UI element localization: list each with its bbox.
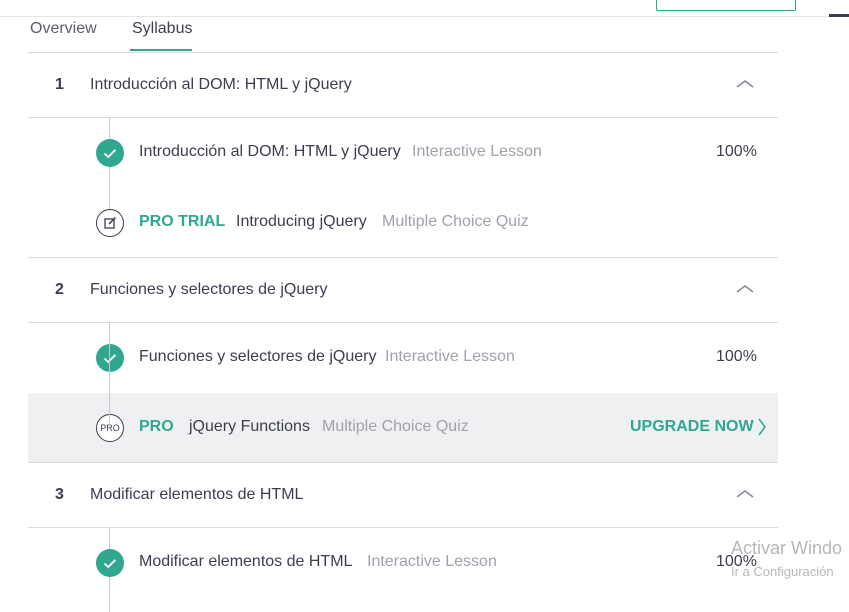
pro-badge: PRO <box>139 418 174 435</box>
lesson-title[interactable]: jQuery Functions <box>189 418 310 436</box>
lesson-progress: 100% <box>716 348 757 365</box>
lesson-row[interactable]: Modificar elementos de HTML Interactive … <box>28 528 778 598</box>
chevron-up-icon[interactable] <box>736 283 754 295</box>
section-header-3[interactable]: 3 Modificar elementos de HTML <box>28 463 778 527</box>
lesson-type: Multiple Choice Quiz <box>382 213 529 230</box>
upgrade-now-link[interactable]: UPGRADE NOW <box>630 418 754 436</box>
menu-icon[interactable] <box>829 14 849 17</box>
chevron-up-icon[interactable] <box>736 488 754 500</box>
section-number: 2 <box>55 281 64 298</box>
check-icon <box>96 549 124 577</box>
pro-icon: PRO <box>96 414 124 442</box>
chevron-up-icon[interactable] <box>736 78 754 90</box>
tab-overview[interactable]: Overview <box>30 20 97 38</box>
section-header-1[interactable]: 1 Introducción al DOM: HTML y jQuery <box>28 53 778 117</box>
lesson-title[interactable]: Introducción al DOM: HTML y jQuery <box>139 143 401 161</box>
lesson-type: Interactive Lesson <box>412 143 542 160</box>
pro-trial-badge: PRO TRIAL <box>139 213 226 230</box>
chevron-right-icon[interactable] <box>757 417 767 437</box>
lesson-row[interactable]: PRO TRIAL Introducing jQuery Multiple Ch… <box>28 188 778 258</box>
lesson-title[interactable]: Modificar elementos de HTML <box>139 553 352 571</box>
active-tab-indicator <box>130 49 192 51</box>
lesson-row[interactable]: Introducción al DOM: HTML y jQuery Inter… <box>28 118 778 188</box>
lesson-type: Interactive Lesson <box>367 553 497 570</box>
lesson-row-pro[interactable]: PRO PRO jQuery Functions Multiple Choice… <box>28 393 778 463</box>
windows-activation-watermark: Activar Windo <box>731 538 843 558</box>
windows-activation-subtext: Ir a Configuración <box>731 564 834 579</box>
lesson-row[interactable]: Funciones y selectores de jQuery Interac… <box>28 323 778 393</box>
lesson-title[interactable]: Introducing jQuery <box>236 213 367 231</box>
quiz-edit-icon <box>96 209 124 237</box>
section-title: Funciones y selectores de jQuery <box>90 281 328 298</box>
lesson-title[interactable]: Funciones y selectores de jQuery <box>139 348 376 366</box>
upgrade-top-button[interactable] <box>656 0 796 11</box>
header-divider <box>0 16 849 17</box>
section-title: Introducción al DOM: HTML y jQuery <box>90 76 352 93</box>
progress-line <box>109 323 110 427</box>
section-title: Modificar elementos de HTML <box>90 486 304 503</box>
lesson-type: Multiple Choice Quiz <box>322 418 469 435</box>
lesson-type: Interactive Lesson <box>385 348 515 365</box>
tab-syllabus[interactable]: Syllabus <box>132 20 192 38</box>
check-icon <box>96 139 124 167</box>
section-number: 3 <box>55 486 64 503</box>
lesson-progress: 100% <box>716 143 757 160</box>
section-number: 1 <box>55 76 64 93</box>
section-header-2[interactable]: 2 Funciones y selectores de jQuery <box>28 258 778 322</box>
check-icon <box>96 344 124 372</box>
